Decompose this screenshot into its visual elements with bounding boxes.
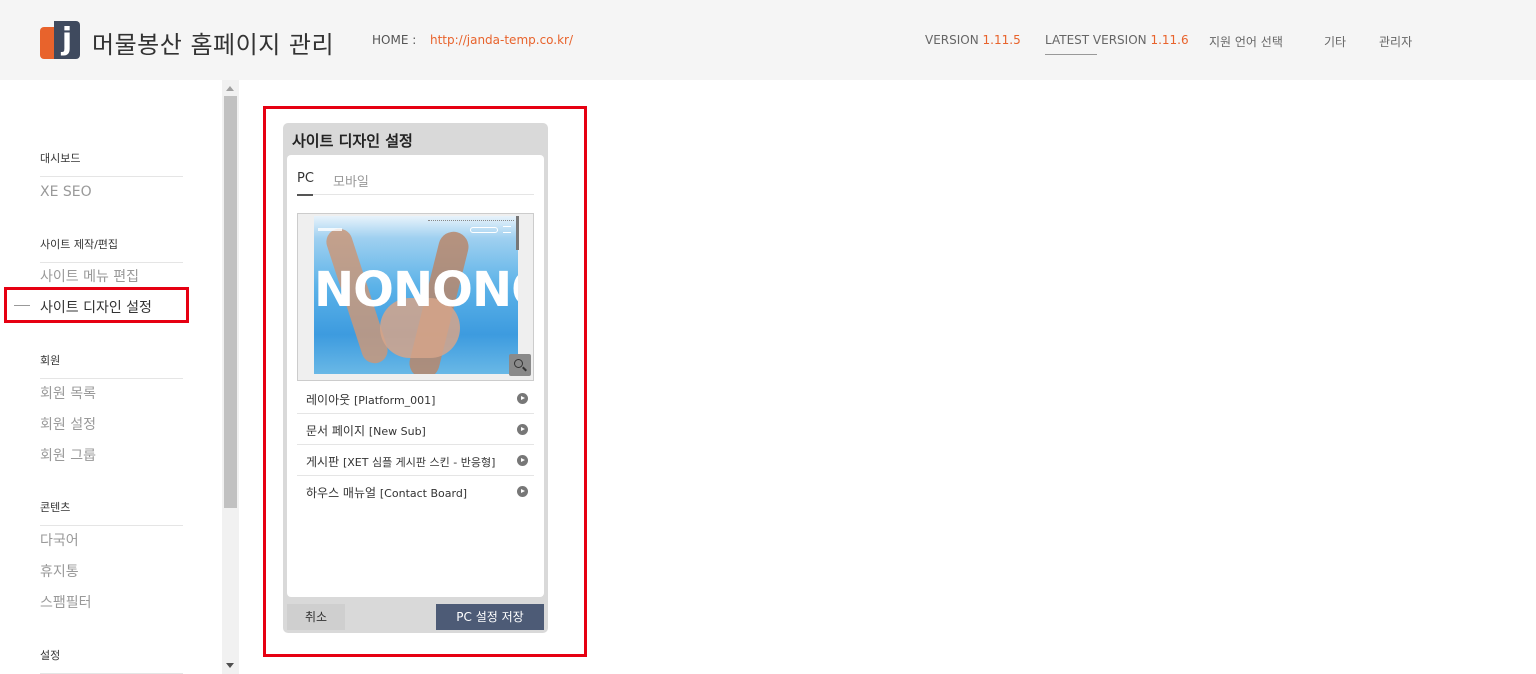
annotation-highlight-sidebar: [4, 287, 189, 323]
preview-top-links: [428, 220, 514, 224]
arrow-circle-right-icon[interactable]: [517, 486, 528, 497]
sidebar-item-site-menu[interactable]: 사이트 메뉴 편집: [40, 266, 139, 286]
tab-mobile[interactable]: 모바일: [333, 171, 369, 190]
layout-row-document-page[interactable]: 문서 페이지 [New Sub]: [297, 414, 534, 445]
arrow-circle-right-icon[interactable]: [517, 424, 528, 435]
site-design-panel: 사이트 디자인 설정 PC 모바일 NONONO: [283, 123, 548, 633]
layout-row-name: 문서 페이지: [306, 424, 366, 438]
scrollbar-thumb[interactable]: [224, 96, 237, 508]
app-logo[interactable]: j: [40, 21, 80, 59]
preview-navbar: [314, 216, 518, 234]
layout-row-name: 게시판: [306, 455, 340, 469]
layout-row-layout[interactable]: 레이아웃 [Platform_001]: [297, 383, 534, 414]
language-select-menu[interactable]: 지원 언어 선택: [1209, 33, 1283, 50]
sidebar-group-member: 회원: [40, 352, 183, 379]
sidebar-item-spamfilter[interactable]: 스팸필터: [40, 592, 92, 612]
cancel-button[interactable]: 취소: [287, 604, 345, 630]
arrow-circle-right-icon[interactable]: [517, 455, 528, 466]
sidebar-item-member-list[interactable]: 회원 목록: [40, 383, 96, 403]
version-value: 1.11.5: [982, 33, 1021, 47]
admin-menu[interactable]: 관리자: [1379, 33, 1412, 50]
layout-row-house-manual[interactable]: 하우스 매뉴얼 [Contact Board]: [297, 476, 534, 507]
sidebar-item-member-settings[interactable]: 회원 설정: [40, 414, 96, 434]
sidebar-group-content: 콘텐츠: [40, 499, 183, 526]
tab-pc[interactable]: PC: [297, 171, 314, 186]
layout-row-skin: [Contact Board]: [379, 487, 468, 500]
logo-orange-block: [40, 27, 54, 59]
layout-row-skin: [New Sub]: [368, 425, 426, 438]
panel-title: 사이트 디자인 설정: [292, 132, 413, 150]
sidebar-item-multilang[interactable]: 다국어: [40, 530, 79, 550]
admin-header: j 머물봉산 홈페이지 관리 HOME : http://janda-temp.…: [0, 0, 1536, 80]
sidebar-scrollbar[interactable]: [222, 80, 239, 674]
sidebar-item-member-group[interactable]: 회원 그룹: [40, 445, 96, 465]
active-tab-indicator: [297, 194, 313, 196]
device-tabs: PC 모바일: [297, 171, 534, 196]
latest-version-value: 1.11.6: [1150, 33, 1189, 47]
sidebar-item-xe-seo[interactable]: XE SEO: [40, 184, 92, 200]
layout-row-skin: [Platform_001]: [354, 394, 436, 407]
layout-row-name: 하우스 매뉴얼: [306, 486, 377, 500]
preview-brand: [318, 228, 342, 231]
preview-lang-pill: [470, 227, 498, 233]
preview-scrollbar: [516, 216, 519, 250]
layout-preview-image: NONONO: [314, 216, 518, 374]
sidebar-group-settings: 설정: [40, 647, 183, 674]
home-url-link[interactable]: http://janda-temp.co.kr/: [430, 33, 573, 47]
preview-hamburger-icon: [503, 226, 511, 233]
sidebar-group-site-build: 사이트 제작/편집: [40, 236, 183, 263]
panel-body: PC 모바일 NONONO: [287, 155, 544, 597]
arrow-circle-right-icon[interactable]: [517, 393, 528, 404]
layout-preview: NONONO: [297, 213, 534, 381]
save-pc-settings-button[interactable]: PC 설정 저장: [436, 604, 544, 630]
sidebar: 대시보드 XE SEO 사이트 제작/편집 사이트 메뉴 편집 사이트 디자인 …: [0, 80, 238, 674]
scroll-up-arrow-icon[interactable]: [226, 86, 234, 91]
layout-list: 레이아웃 [Platform_001] 문서 페이지 [New Sub] 게시판…: [297, 383, 534, 507]
layout-row-name: 레이아웃: [306, 393, 351, 407]
scroll-down-arrow-icon[interactable]: [226, 663, 234, 668]
sidebar-group-dashboard[interactable]: 대시보드: [40, 150, 183, 177]
home-label: HOME :: [372, 33, 417, 47]
zoom-preview-button[interactable]: [509, 354, 531, 376]
layout-row-board[interactable]: 게시판 [XET 심플 게시판 스킨 - 반응형]: [297, 445, 534, 476]
latest-version-link[interactable]: LATEST VERSION 1.11.6: [1045, 33, 1189, 47]
sidebar-item-trash[interactable]: 휴지통: [40, 561, 79, 581]
layout-row-skin: [XET 심플 게시판 스킨 - 반응형]: [342, 456, 496, 469]
etc-menu[interactable]: 기타: [1324, 33, 1346, 50]
preview-hero-text: NONONO: [314, 262, 518, 318]
version-label: VERSION 1.11.5: [925, 33, 1021, 47]
site-title[interactable]: 머물봉산 홈페이지 관리: [92, 25, 334, 60]
logo-letter: j: [61, 22, 73, 57]
latest-version-underline: [1045, 54, 1097, 55]
